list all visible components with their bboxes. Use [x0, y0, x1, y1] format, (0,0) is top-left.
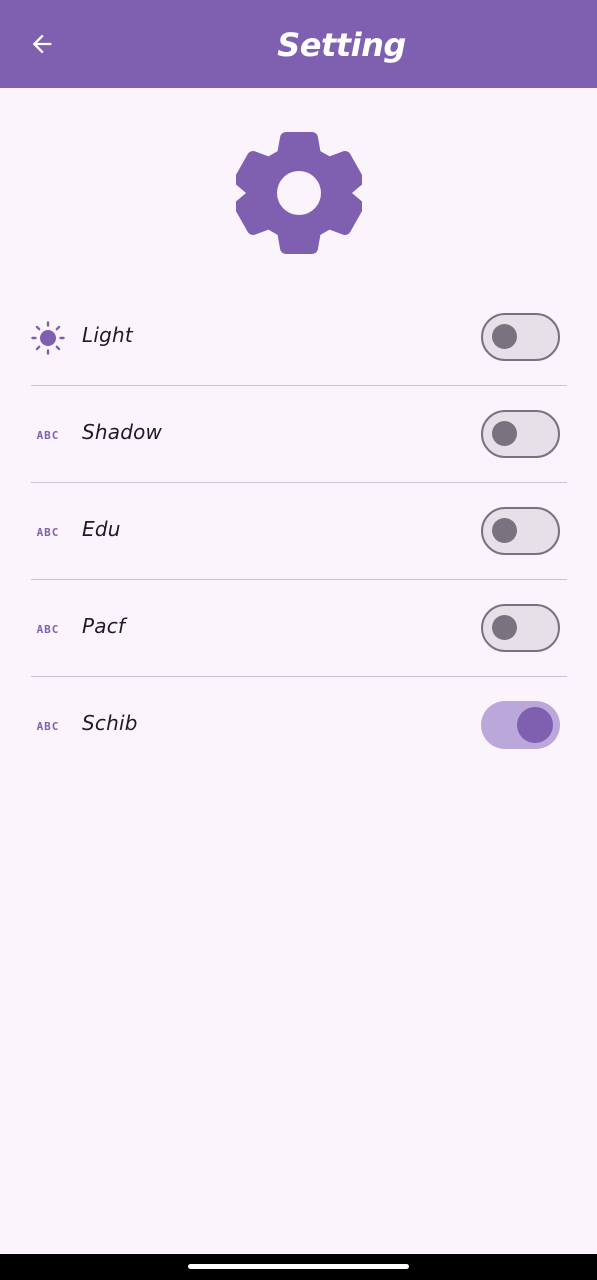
setting-label-shadow: Shadow: [82, 420, 163, 444]
setting-label-schib: Schib: [82, 711, 138, 735]
shadow-toggle[interactable]: [481, 410, 560, 458]
toggle-thumb: [492, 324, 517, 349]
toggle-thumb: [492, 518, 517, 543]
settings-list: Light ABC Shadow ABC Edu ABC Pacf ABC Sc…: [31, 289, 567, 773]
setting-row-light: Light: [31, 289, 567, 386]
edu-toggle[interactable]: [481, 507, 560, 555]
abc-icon: ABC: [36, 428, 60, 442]
setting-row-schib: ABC Schib: [31, 677, 567, 773]
toggle-thumb: [517, 707, 553, 743]
light-toggle[interactable]: [481, 313, 560, 361]
sun-icon: [31, 321, 65, 355]
toggle-thumb: [492, 421, 517, 446]
setting-label-pacf: Pacf: [82, 614, 126, 638]
app-bar: Setting: [0, 0, 597, 88]
home-gesture-handle[interactable]: [188, 1264, 409, 1269]
page-title: Setting: [277, 26, 406, 64]
system-navigation-bar: [0, 1254, 597, 1280]
setting-label-light: Light: [82, 323, 133, 347]
abc-icon: ABC: [36, 525, 60, 539]
setting-label-edu: Edu: [82, 517, 121, 541]
pacf-toggle[interactable]: [481, 604, 560, 652]
abc-icon: ABC: [36, 622, 60, 636]
abc-icon: ABC: [36, 719, 60, 733]
setting-row-shadow: ABC Shadow: [31, 386, 567, 483]
setting-row-edu: ABC Edu: [31, 483, 567, 580]
toggle-thumb: [492, 615, 517, 640]
schib-toggle[interactable]: [481, 701, 560, 749]
setting-row-pacf: ABC Pacf: [31, 580, 567, 677]
gear-icon: [236, 132, 362, 254]
